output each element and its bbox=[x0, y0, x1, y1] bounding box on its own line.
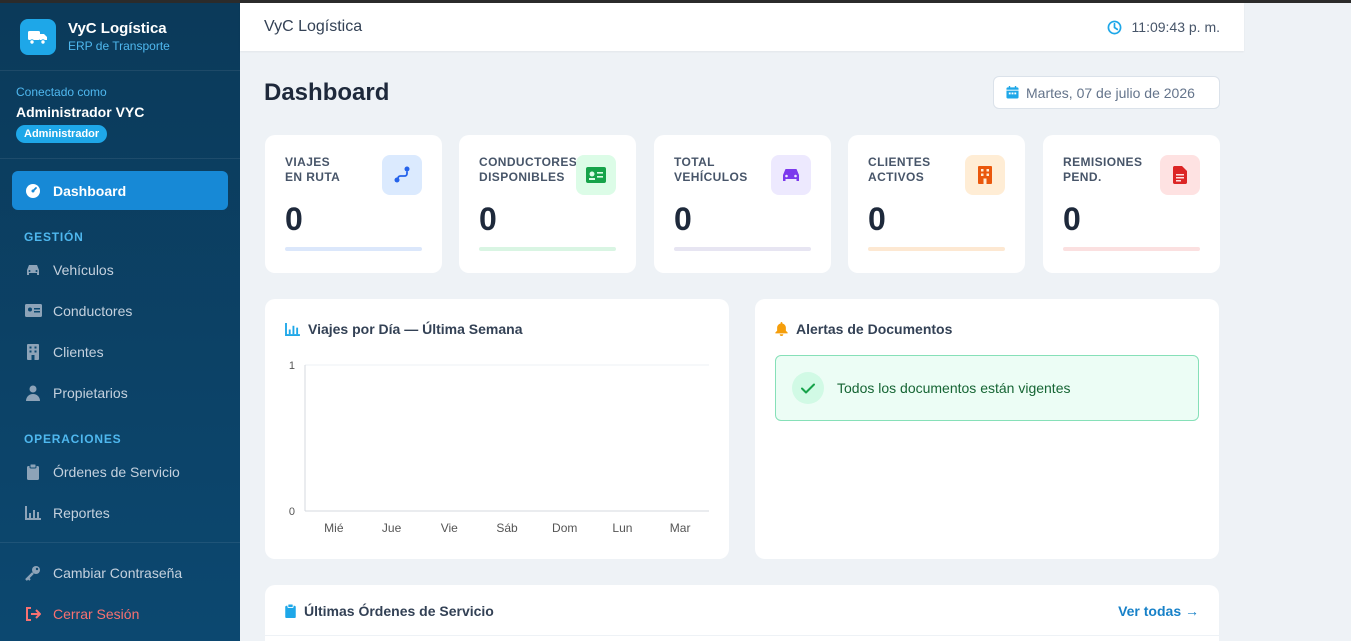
sidebar-item-cerrar-sesion[interactable]: Cerrar Sesión bbox=[12, 594, 228, 633]
calendar-icon bbox=[1006, 86, 1019, 99]
see-all-orders-link[interactable]: Ver todas → bbox=[1118, 603, 1199, 619]
stat-progress-bar bbox=[1063, 247, 1200, 251]
stat-value: 0 bbox=[868, 201, 886, 237]
stat-progress-bar bbox=[479, 247, 616, 251]
truck-icon bbox=[20, 18, 56, 55]
clock-icon bbox=[1107, 20, 1121, 34]
chart-x-tick-label: Vie bbox=[441, 521, 458, 535]
brand-name: VyC Logística bbox=[68, 20, 167, 37]
route-icon bbox=[382, 155, 422, 195]
user-name: Administrador VYC bbox=[16, 104, 145, 120]
clipboard-icon bbox=[24, 463, 42, 481]
role-badge: Administrador bbox=[16, 125, 108, 143]
chart-y-tick-label: 1 bbox=[289, 360, 295, 372]
stat-value: 0 bbox=[674, 201, 692, 237]
chart-x-tick-label: Mié bbox=[324, 521, 344, 535]
chart-x-tick-label: Mar bbox=[670, 521, 691, 535]
page-title: Dashboard bbox=[264, 79, 390, 106]
clipboard-icon bbox=[285, 604, 296, 618]
stat-value: 0 bbox=[285, 201, 303, 237]
gauge-icon bbox=[24, 182, 42, 200]
check-icon bbox=[792, 372, 824, 404]
sidebar-item-cambiar-password[interactable]: Cambiar Contraseña bbox=[12, 553, 228, 592]
brand[interactable]: VyC Logística ERP de Transporte bbox=[0, 3, 240, 71]
nav-section-gestion: GESTIÓN bbox=[24, 230, 84, 244]
user-info: Conectado como Administrador VYC Adminis… bbox=[0, 71, 240, 159]
latest-orders-card: Últimas Órdenes de Servicio Ver todas → bbox=[265, 585, 1219, 641]
chart-x-tick-label: Sáb bbox=[496, 521, 518, 535]
sidebar-item-dashboard[interactable]: Dashboard bbox=[12, 171, 228, 210]
orders-card-title: Últimas Órdenes de Servicio bbox=[285, 603, 494, 619]
sidebar-divider bbox=[0, 542, 240, 543]
sidebar-nav: Dashboard GESTIÓN Vehículos Conductores … bbox=[0, 159, 240, 633]
sidebar-item-label: Conductores bbox=[53, 302, 133, 319]
sidebar: VyC Logística ERP de Transporte Conectad… bbox=[0, 3, 240, 641]
sidebar-item-vehiculos[interactable]: Vehículos bbox=[12, 250, 228, 289]
date-display: Martes, 07 de julio de 2026 bbox=[993, 76, 1220, 109]
logout-icon bbox=[24, 605, 42, 623]
stat-label: TOTAL VEHÍCULOS bbox=[674, 155, 748, 184]
stat-progress-bar bbox=[674, 247, 811, 251]
bell-icon bbox=[775, 322, 788, 336]
chart-bar-icon bbox=[24, 504, 42, 522]
chart-y-tick-label: 0 bbox=[289, 506, 295, 518]
alert-message: Todos los documentos están vigentes bbox=[837, 380, 1071, 396]
nav-section-operaciones: OPERACIONES bbox=[24, 432, 122, 446]
sidebar-item-label: Vehículos bbox=[53, 261, 114, 278]
document-icon bbox=[1160, 155, 1200, 195]
stat-progress-bar bbox=[868, 247, 1005, 251]
brand-subtitle: ERP de Transporte bbox=[68, 39, 170, 53]
clock-time: 11:09:43 p. m. bbox=[1131, 19, 1220, 35]
sidebar-item-ordenes[interactable]: Órdenes de Servicio bbox=[12, 452, 228, 491]
stat-card-total-vehiculos[interactable]: TOTAL VEHÍCULOS 0 bbox=[654, 135, 831, 273]
header-clock: 11:09:43 p. m. bbox=[1107, 19, 1220, 35]
car-icon bbox=[771, 155, 811, 195]
sidebar-item-label: Propietarios bbox=[53, 384, 128, 401]
chart-x-tick-label: Dom bbox=[552, 521, 577, 535]
stat-progress-bar bbox=[285, 247, 422, 251]
alerts-card-title: Alertas de Documentos bbox=[775, 321, 952, 337]
sidebar-item-propietarios[interactable]: Propietarios bbox=[12, 373, 228, 412]
connected-as-label: Conectado como bbox=[16, 85, 107, 99]
stat-label: REMISIONES PEND. bbox=[1063, 155, 1143, 184]
sidebar-item-label: Reportes bbox=[53, 504, 110, 521]
building-icon bbox=[965, 155, 1005, 195]
stat-card-viajes-en-ruta[interactable]: VIAJES EN RUTA 0 bbox=[265, 135, 442, 273]
main-content: Dashboard Martes, 07 de julio de 2026 VI… bbox=[240, 51, 1244, 641]
id-card-icon bbox=[24, 302, 42, 320]
stat-card-conductores-disponibles[interactable]: CONDUCTORES DISPONIBLES 0 bbox=[459, 135, 636, 273]
stat-card-remisiones-pendientes[interactable]: REMISIONES PEND. 0 bbox=[1043, 135, 1220, 273]
trips-chart: 0 1 Mié Jue Vie Sáb Dom Lun Mar bbox=[289, 360, 709, 535]
building-icon bbox=[24, 343, 42, 361]
all-documents-valid-alert: Todos los documentos están vigentes bbox=[775, 355, 1199, 421]
stat-label: CONDUCTORES DISPONIBLES bbox=[479, 155, 578, 184]
sidebar-item-label: Cambiar Contraseña bbox=[53, 564, 183, 581]
sidebar-item-clientes[interactable]: Clientes bbox=[12, 332, 228, 371]
header-title: VyC Logística bbox=[264, 18, 363, 35]
trips-chart-card: Viajes por Día — Última Semana 0 1 Mié Jue V… bbox=[265, 299, 729, 559]
stat-card-clientes-activos[interactable]: CLIENTES ACTIVOS 0 bbox=[848, 135, 1025, 273]
sidebar-item-label: Dashboard bbox=[53, 182, 127, 199]
stat-value: 0 bbox=[479, 201, 497, 237]
sidebar-item-label: Cerrar Sesión bbox=[53, 605, 140, 622]
date-text: Martes, 07 de julio de 2026 bbox=[1026, 84, 1195, 101]
key-icon bbox=[24, 564, 42, 582]
stat-value: 0 bbox=[1063, 201, 1081, 237]
document-alerts-card: Alertas de Documentos Todos los document… bbox=[755, 299, 1219, 559]
card-divider bbox=[265, 635, 1219, 636]
user-tie-icon bbox=[24, 384, 42, 402]
car-icon bbox=[24, 261, 42, 279]
sidebar-item-reportes[interactable]: Reportes bbox=[12, 493, 228, 532]
window-top-border bbox=[0, 0, 1351, 3]
stat-label: VIAJES EN RUTA bbox=[285, 155, 341, 184]
stat-label: CLIENTES ACTIVOS bbox=[868, 155, 931, 184]
top-header: VyC Logística 11:09:43 p. m. bbox=[240, 3, 1244, 51]
sidebar-item-label: Clientes bbox=[53, 343, 104, 360]
sidebar-item-conductores[interactable]: Conductores bbox=[12, 291, 228, 330]
chart-x-tick-label: Lun bbox=[612, 521, 632, 535]
chart-x-tick-label: Jue bbox=[382, 521, 402, 535]
sidebar-item-label: Órdenes de Servicio bbox=[53, 463, 180, 480]
id-card-icon bbox=[576, 155, 616, 195]
